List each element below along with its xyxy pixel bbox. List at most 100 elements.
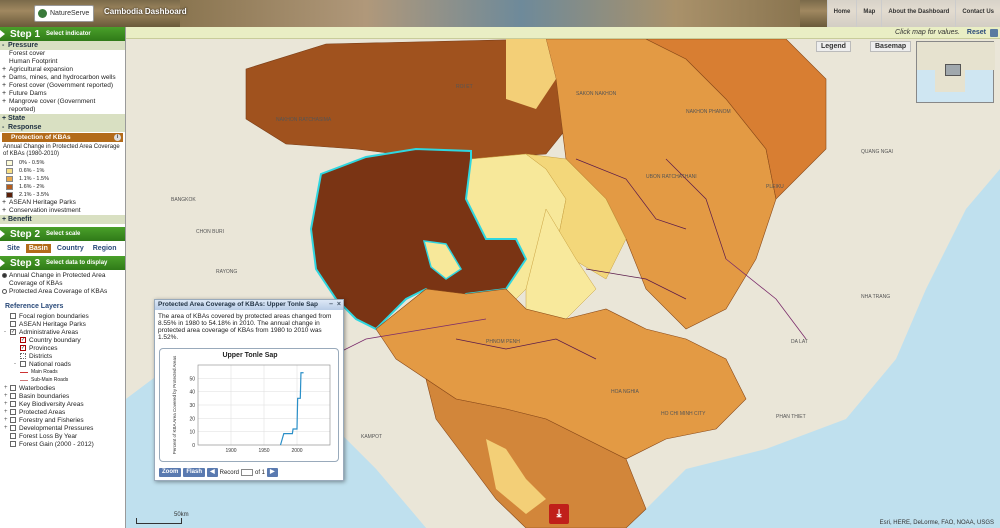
indicator-dams-mines[interactable]: + Dams, mines, and hydrocarbon wells bbox=[0, 74, 125, 82]
layer-checkbox[interactable] bbox=[10, 385, 16, 391]
layer-label: Developmental Pressures bbox=[19, 424, 94, 432]
layer-row[interactable]: + Protected Areas bbox=[0, 408, 125, 416]
response-header[interactable]: - Response bbox=[0, 123, 125, 132]
reset-button[interactable]: Reset bbox=[967, 29, 986, 36]
layer-row[interactable]: Main Roads bbox=[0, 368, 125, 376]
layer-checkbox[interactable]: ✓ bbox=[10, 329, 16, 335]
overview-extent-box[interactable] bbox=[945, 64, 961, 76]
pdf-export-icon[interactable]: ⤓ bbox=[549, 504, 569, 524]
layer-row[interactable]: Forest Gain (2000 - 2012) bbox=[0, 440, 125, 448]
layer-row[interactable]: + Forestry and Fisheries bbox=[0, 416, 125, 424]
indicator-conservation-investment[interactable]: + Conservation investment bbox=[0, 207, 125, 215]
header-banner: NatureServe Cambodia Dashboard Home Map … bbox=[0, 0, 1000, 27]
indicator-forest-cover[interactable]: Forest cover bbox=[0, 50, 125, 58]
reference-layer-list: Focal region boundaries ASEAN Heritage Pa… bbox=[0, 312, 125, 448]
popup-title: Protected Area Coverage of KBAs: Upper T… bbox=[158, 301, 319, 308]
state-header[interactable]: + State bbox=[0, 114, 125, 123]
logo-text: NatureServe bbox=[50, 10, 90, 17]
scale-bar bbox=[136, 518, 182, 524]
layer-row[interactable]: ✓ Provinces bbox=[0, 344, 125, 352]
layer-label: Forest Loss By Year bbox=[19, 432, 78, 440]
pressure-header[interactable]: - Pressure bbox=[0, 41, 125, 50]
layer-checkbox[interactable]: ✓ bbox=[20, 345, 26, 351]
scale-tab-basin[interactable]: Basin bbox=[25, 244, 51, 253]
indicator-label: Mangrove cover (Government reported) bbox=[9, 98, 96, 113]
indicator-agricultural-expansion[interactable]: + Agricultural expansion bbox=[0, 66, 125, 74]
layer-row[interactable]: Focal region boundaries bbox=[0, 312, 125, 320]
chart-ytick-label: 40 bbox=[189, 390, 195, 396]
layer-checkbox[interactable] bbox=[10, 321, 16, 327]
layer-row[interactable]: Forest Loss By Year bbox=[0, 432, 125, 440]
response-label: Response bbox=[8, 124, 42, 131]
info-icon[interactable]: i bbox=[114, 134, 121, 141]
layer-checkbox[interactable]: ✓ bbox=[20, 337, 26, 343]
info-popup: Protected Area Coverage of KBAs: Upper T… bbox=[154, 299, 344, 481]
indicator-label: Forest cover (Government reported) bbox=[9, 82, 114, 89]
layer-checkbox[interactable] bbox=[10, 313, 16, 319]
legend-row: 0% - 0.5% bbox=[0, 159, 125, 167]
benefit-header[interactable]: + Benefit bbox=[0, 215, 125, 224]
layer-checkbox[interactable] bbox=[20, 361, 26, 367]
layer-row[interactable]: ASEAN Heritage Parks bbox=[0, 320, 125, 328]
record-label: Record bbox=[219, 469, 239, 476]
overview-map[interactable] bbox=[916, 41, 995, 103]
chart-container: Upper Tonle Sap 0 10 20 30 40 50 1900 1950 2000 P… bbox=[159, 348, 339, 462]
indicator-asean-parks[interactable]: + ASEAN Heritage Parks bbox=[0, 199, 125, 207]
nav-about[interactable]: About the Dashboard bbox=[881, 0, 955, 27]
zoom-button[interactable]: Zoom bbox=[159, 468, 182, 477]
legend-row: 1.1% - 1.5% bbox=[0, 175, 125, 183]
radio-icon[interactable] bbox=[2, 289, 7, 294]
step3-desc: Select data to display bbox=[46, 260, 108, 266]
layer-row[interactable]: + Key Biodiversity Areas bbox=[0, 400, 125, 408]
legend-button[interactable]: Legend bbox=[816, 41, 851, 52]
natureserve-logo[interactable]: NatureServe bbox=[34, 5, 94, 22]
indicator-human-footprint[interactable]: Human Footprint bbox=[0, 58, 125, 66]
scale-tab-country[interactable]: Country bbox=[54, 244, 87, 253]
record-input[interactable] bbox=[240, 469, 253, 476]
layer-row[interactable]: - ✓ Administrative Areas bbox=[0, 328, 125, 336]
layer-label: Main Roads bbox=[31, 369, 58, 375]
road-line-swatch bbox=[20, 379, 28, 381]
scale-tab-site[interactable]: Site bbox=[4, 244, 23, 253]
layer-checkbox[interactable] bbox=[10, 417, 16, 423]
layer-checkbox[interactable] bbox=[10, 393, 16, 399]
layer-label: Forestry and Fisheries bbox=[19, 416, 84, 424]
minimize-icon[interactable]: – bbox=[329, 301, 333, 308]
layer-row[interactable]: + Waterbodies bbox=[0, 384, 125, 392]
print-icon[interactable] bbox=[990, 29, 998, 37]
nav-map[interactable]: Map bbox=[856, 0, 881, 27]
indicator-forest-cover-gov[interactable]: + Forest cover (Government reported) bbox=[0, 82, 125, 90]
layer-label: Forest Gain (2000 - 2012) bbox=[19, 440, 94, 448]
radio-selected-icon[interactable] bbox=[2, 273, 7, 278]
layer-checkbox[interactable] bbox=[10, 409, 16, 415]
option-coverage[interactable]: Protected Area Coverage of KBAs bbox=[0, 288, 125, 296]
indicator-mangrove-cover[interactable]: + Mangrove cover (Government reported) bbox=[0, 98, 125, 114]
option-annual-change[interactable]: Annual Change in Protected Area Coverage… bbox=[0, 272, 125, 288]
indicator-future-dams[interactable]: + Future Dams bbox=[0, 90, 125, 98]
map-canvas[interactable]: SAKON NAKHON NAKHON PHANOM ROI ET UBON RATC… bbox=[126, 39, 1000, 528]
layer-checkbox[interactable] bbox=[10, 433, 16, 439]
map-place-label: NAKHON PHANOM bbox=[686, 109, 731, 115]
layer-row[interactable]: + Developmental Pressures bbox=[0, 424, 125, 432]
expand-icon: + bbox=[2, 90, 7, 97]
layer-row[interactable]: Districts bbox=[0, 352, 125, 360]
flash-button[interactable]: Flash bbox=[183, 468, 206, 477]
layer-row[interactable]: - National roads bbox=[0, 360, 125, 368]
nav-contact[interactable]: Contact Us bbox=[955, 0, 1000, 27]
indicator-protection-kbas[interactable]: Protection of KBAs i bbox=[2, 133, 123, 142]
next-record-icon[interactable]: ▶ bbox=[267, 468, 278, 477]
legend-row: 2.1% - 3.5% bbox=[0, 191, 125, 199]
layer-row[interactable]: + Basin boundaries bbox=[0, 392, 125, 400]
layer-row[interactable]: Sub-Main Roads bbox=[0, 376, 125, 384]
layer-checkbox[interactable] bbox=[10, 441, 16, 447]
state-label: State bbox=[8, 115, 26, 122]
basemap-button[interactable]: Basemap bbox=[870, 41, 912, 52]
scale-tab-region[interactable]: Region bbox=[90, 244, 120, 253]
layer-row[interactable]: ✓ Country boundary bbox=[0, 336, 125, 344]
layer-checkbox[interactable] bbox=[10, 425, 16, 431]
prev-record-icon[interactable]: ◀ bbox=[207, 468, 218, 477]
nav-home[interactable]: Home bbox=[826, 0, 857, 27]
close-icon[interactable]: × bbox=[337, 301, 341, 308]
layer-checkbox[interactable] bbox=[20, 353, 26, 359]
layer-checkbox[interactable] bbox=[10, 401, 16, 407]
